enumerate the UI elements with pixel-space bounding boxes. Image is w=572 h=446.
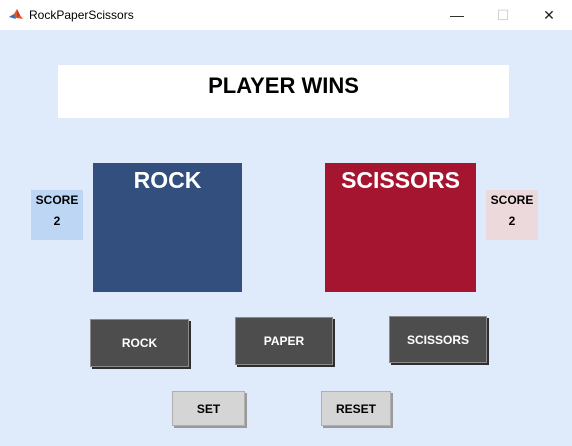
matlab-logo-icon [8, 7, 24, 23]
scissors-button[interactable]: SCISSORS [389, 316, 487, 363]
player-score-value: 2 [53, 214, 61, 228]
computer-choice-label: SCISSORS [341, 167, 460, 193]
computer-score-box: SCORE 2 [486, 190, 538, 240]
minimize-icon: — [450, 7, 464, 23]
maximize-icon: ☐ [496, 6, 510, 23]
computer-score-value: 2 [508, 214, 516, 228]
computer-choice-panel: SCISSORS [325, 163, 476, 292]
title-bar: RockPaperScissors — ☐ ✕ [0, 0, 572, 30]
maximize-button[interactable]: ☐ [480, 0, 526, 30]
game-canvas: PLAYER WINS SCORE 2 ROCK SCISSORS SCORE … [0, 30, 572, 446]
set-button[interactable]: SET [172, 391, 245, 426]
player-choice-label: ROCK [133, 167, 202, 193]
rock-button[interactable]: ROCK [90, 319, 189, 367]
result-text: PLAYER WINS [208, 73, 359, 98]
player-score-box: SCORE 2 [31, 190, 83, 240]
window-title: RockPaperScissors [29, 8, 134, 22]
player-score-label: SCORE [35, 193, 79, 207]
paper-button[interactable]: PAPER [235, 317, 333, 365]
close-button[interactable]: ✕ [526, 0, 572, 30]
close-icon: ✕ [543, 6, 555, 23]
minimize-button[interactable]: — [434, 0, 480, 30]
result-panel: PLAYER WINS [58, 65, 509, 118]
reset-button[interactable]: RESET [321, 391, 391, 426]
player-choice-panel: ROCK [93, 163, 242, 292]
computer-score-label: SCORE [490, 193, 534, 207]
